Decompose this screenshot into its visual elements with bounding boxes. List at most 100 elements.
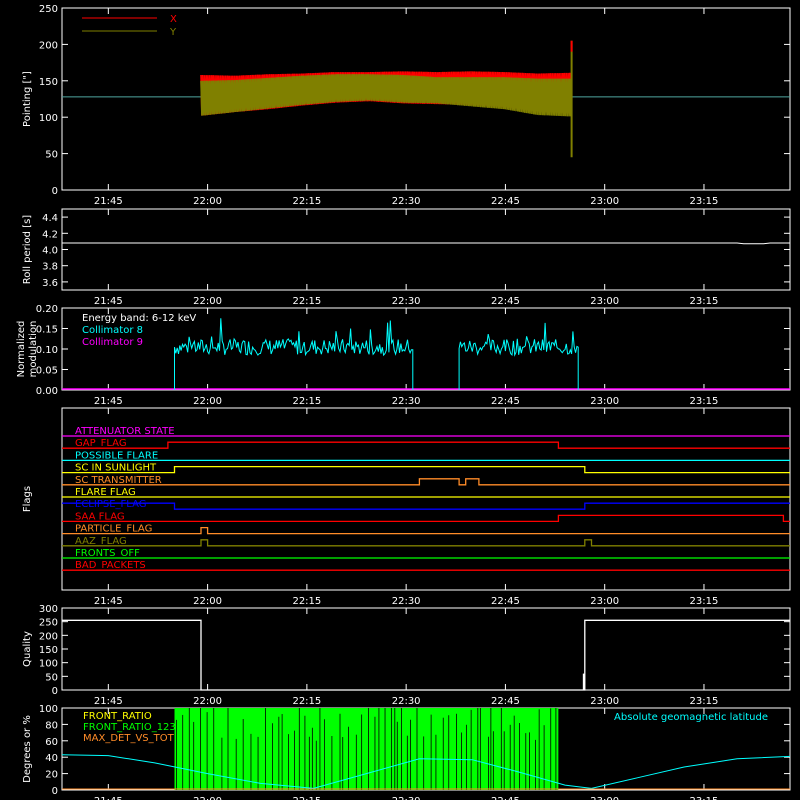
modulation-xtick-label: 22:00 — [193, 396, 222, 407]
modulation-xtick-label: 22:30 — [392, 396, 421, 407]
pointing-ylabel: Pointing ["] — [22, 71, 33, 127]
legend-label-front-ratio: FRONT_RATIO — [83, 711, 152, 722]
modulation-xtick-label: 22:15 — [292, 396, 321, 407]
modulation-xtick-label: 21:45 — [94, 396, 123, 407]
flag-label-gap-flag: GAP_FLAG — [75, 438, 127, 449]
modulation-ytick-label: 0.05 — [36, 366, 58, 377]
chart-canvas: 21:45 22:00 22:15 22:30 22:45 23:00 23:15 0 50 10… — [16, 4, 791, 800]
roll_period-xtick-label: 22:00 — [193, 296, 222, 307]
flag-line-gap-flag — [62, 441, 790, 449]
quality-xtick-label: 22:15 — [292, 696, 321, 707]
pointing-ytick-label: 200 — [39, 40, 58, 51]
pointing-xtick-label: 22:30 — [392, 196, 421, 207]
flag-line-sc-in-sunlight — [62, 465, 790, 474]
roll-period-line — [62, 242, 790, 245]
flag-label-attenuator-state: ATTENUATOR STATE — [75, 426, 175, 437]
flag-label-sc-transmitter: SC TRANSMITTER — [75, 475, 162, 486]
pointing-ytick-label: 250 — [39, 4, 58, 15]
flags-ylabel: Flags — [22, 486, 33, 512]
pointing-ytick-label: 0 — [52, 186, 58, 197]
flags-xtick-label: 22:45 — [491, 596, 520, 607]
quality-xtick-label: 23:15 — [690, 696, 719, 707]
quality-xtick-label: 22:45 — [491, 696, 520, 707]
geomagnetic-ytick-label: 100 — [39, 704, 58, 715]
geomagnetic-xtick-label: 22:00 — [193, 796, 222, 800]
flag-label-particle-flag: PARTICLE_FLAG — [75, 524, 152, 535]
legend-label-x: X — [170, 14, 177, 25]
pointing-xtick-label: 22:00 — [193, 196, 222, 207]
modulation-xtick-label: 23:15 — [690, 396, 719, 407]
flag-line-particle-flag — [62, 526, 790, 535]
quality-ytick-label: 0 — [52, 686, 58, 697]
geomagnetic-ytick-label: 60 — [45, 737, 58, 748]
modulation-ylabel: modulation — [28, 321, 39, 378]
quality-line — [62, 619, 790, 691]
modulation-ytick-label: 0.10 — [36, 345, 58, 356]
roll_period-xtick-label: 22:15 — [292, 296, 321, 307]
rhessi-quicklook-figure: 21:45 22:00 22:15 22:30 22:45 23:00 23:15 0 50 10… — [0, 0, 800, 800]
collimator-8-segment — [458, 322, 579, 390]
quality-xtick-label: 23:00 — [590, 696, 619, 707]
legend-label-collimator: Collimator 9 — [82, 337, 143, 348]
flag-line-eclipse-flag — [62, 502, 790, 510]
pointing-ytick-label: 100 — [39, 113, 58, 124]
modulation-ylabel: Normalized — [16, 321, 27, 378]
pointing-xtick-label: 22:45 — [491, 196, 520, 207]
roll_period-frame — [61, 208, 791, 291]
quality-ytick-label: 250 — [39, 618, 58, 629]
flag-label-bad-packets: BAD_PACKETS — [75, 560, 146, 571]
modulation-ytick-label: 0.15 — [36, 325, 58, 336]
modulation-xtick-label: 22:45 — [491, 396, 520, 407]
flags-xtick-label: 21:45 — [94, 596, 123, 607]
flags-xtick-label: 22:00 — [193, 596, 222, 607]
geomagnetic-annotation: Absolute geomagnetic latitude — [614, 712, 768, 723]
legend-label-y: Y — [169, 27, 177, 38]
geomagnetic-ytick-label: 20 — [45, 770, 58, 781]
roll_period-xtick-label: 23:00 — [590, 296, 619, 307]
geomagnetic-ytick-label: 0 — [52, 786, 58, 797]
geomagnetic-xtick-label: 22:30 — [392, 796, 421, 800]
geomagnetic-xtick-label: 23:00 — [590, 796, 619, 800]
modulation-ytick-label: 0.00 — [36, 386, 58, 397]
flag-line-saa-flag — [62, 514, 790, 523]
geomagnetic-ytick-label: 40 — [45, 753, 58, 764]
modulation-xtick-label: 23:00 — [590, 396, 619, 407]
roll_period-ytick-label: 3.8 — [42, 262, 58, 273]
quality-ylabel: Quality — [22, 631, 33, 667]
roll_period-xtick-label: 22:30 — [392, 296, 421, 307]
legend-label-front-ratio-123: FRONT_RATIO_123 — [83, 722, 176, 733]
roll_period-ytick-label: 3.6 — [42, 278, 58, 289]
flags-xtick-label: 23:15 — [690, 596, 719, 607]
flag-label-flare-flag: FLARE FLAG — [75, 487, 136, 498]
geomagnetic-xtick-label: 22:15 — [292, 796, 321, 800]
pointing-xtick-label: 23:00 — [590, 196, 619, 207]
legend-label-collimator: Collimator 8 — [82, 325, 143, 336]
modulation-ytick-label: 0.20 — [36, 304, 58, 315]
flag-label-possible-flare: POSSIBLE FLARE — [75, 450, 158, 461]
quality-ytick-label: 200 — [39, 631, 58, 642]
quality-ytick-label: 50 — [45, 672, 58, 683]
roll_period-ylabel: Roll period [s] — [22, 215, 33, 284]
quality-ytick-label: 150 — [39, 645, 58, 656]
geomagnetic-xtick-label: 22:45 — [491, 796, 520, 800]
quality-xtick-label: 22:30 — [392, 696, 421, 707]
roll_period-xtick-label: 22:45 — [491, 296, 520, 307]
roll_period-ytick-label: 4.2 — [42, 229, 58, 240]
flag-line-sc-transmitter — [62, 478, 790, 486]
flags-xtick-label: 22:15 — [292, 596, 321, 607]
geomagnetic-ytick-label: 80 — [45, 720, 58, 731]
quality-ytick-label: 300 — [39, 604, 58, 615]
pointing-xtick-label: 22:15 — [292, 196, 321, 207]
legend-label-max-det-vs-tot: MAX_DET_VS_TOT — [83, 733, 175, 744]
pointing-ytick-label: 50 — [45, 150, 58, 161]
quality-ytick-label: 100 — [39, 659, 58, 670]
pointing-xtick-label: 23:15 — [690, 196, 719, 207]
roll_period-xtick-label: 21:45 — [94, 296, 123, 307]
flags-xtick-label: 22:30 — [392, 596, 421, 607]
modulation-annotation: Energy band: 6-12 keV — [82, 313, 196, 324]
roll_period-ytick-label: 4.4 — [42, 213, 58, 224]
flag-label-saa-flag: SAA FLAG — [75, 511, 125, 522]
pointing-ytick-label: 150 — [39, 77, 58, 88]
flag-line-aaz-flag — [62, 539, 790, 547]
flag-label-fronts-off: FRONTS_OFF — [75, 548, 140, 559]
